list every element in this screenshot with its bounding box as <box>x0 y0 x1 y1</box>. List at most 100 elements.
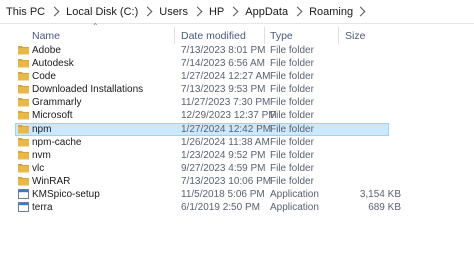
file-type: File folder <box>270 84 314 96</box>
chevron-right-icon <box>49 6 60 17</box>
file-type: File folder <box>270 45 314 56</box>
file-name: Code <box>32 71 56 83</box>
file-name: terra <box>32 202 53 214</box>
file-row[interactable]: vlc 9/27/2023 4:59 PM File folder <box>0 162 474 175</box>
file-type: File folder <box>270 175 314 187</box>
file-date-modified: 1/26/2024 11:38 AM <box>181 136 270 148</box>
column-divider[interactable] <box>338 27 339 44</box>
folder-icon <box>18 163 29 173</box>
file-date-modified: 7/13/2023 9:53 PM <box>181 84 266 96</box>
file-date-modified: 9/27/2023 4:59 PM <box>181 162 266 174</box>
file-row[interactable]: terra 6/1/2019 2:50 PM Application 689 KB <box>0 201 474 214</box>
file-size <box>330 57 401 70</box>
chevron-right-icon <box>192 6 203 17</box>
breadcrumb-item-this-pc[interactable]: This PC <box>6 6 45 18</box>
file-type: File folder <box>270 97 314 109</box>
file-date-modified: 7/13/2023 8:01 PM <box>181 45 266 56</box>
file-size <box>330 162 401 175</box>
column-header-type-label: Type <box>270 30 293 42</box>
file-name: vlc <box>32 162 45 174</box>
breadcrumb-item-roaming[interactable]: Roaming <box>309 6 353 18</box>
column-header-size[interactable]: Size <box>345 27 405 45</box>
file-size <box>330 83 401 96</box>
column-header-name-label: Name <box>32 30 61 42</box>
folder-icon <box>18 58 29 68</box>
file-type: File folder <box>270 123 314 135</box>
folder-icon <box>18 110 29 120</box>
file-explorer-window: This PC Local Disk (C:) Users HP AppData… <box>0 0 474 257</box>
file-size <box>330 109 401 122</box>
column-divider[interactable] <box>264 27 265 44</box>
file-date-modified: 12/29/2023 12:37 PM <box>181 110 277 122</box>
file-row[interactable]: KMSpico-setup 11/5/2018 5:06 PM Applicatio… <box>0 188 474 201</box>
file-name: Autodesk <box>32 58 74 70</box>
breadcrumb-item-hp[interactable]: HP <box>209 6 224 18</box>
file-size <box>330 123 401 136</box>
folder-icon <box>18 45 29 55</box>
breadcrumb[interactable]: This PC Local Disk (C:) Users HP AppData… <box>0 0 474 24</box>
file-type: File folder <box>270 110 314 122</box>
breadcrumb-item-users[interactable]: Users <box>159 6 188 18</box>
file-list: Adobe 7/13/2023 8:01 PM File folder Autodes… <box>0 44 474 214</box>
file-name: npm <box>32 123 52 135</box>
file-row[interactable]: Grammarly 11/27/2023 7:30 PM File folder <box>0 96 474 109</box>
folder-icon <box>18 84 29 94</box>
column-header-name[interactable]: Name <box>32 27 172 45</box>
file-date-modified: 6/1/2019 2:50 PM <box>181 202 260 214</box>
chevron-right-icon <box>228 6 239 17</box>
file-type: Application <box>270 189 319 201</box>
file-name: Grammarly <box>32 97 82 109</box>
chevron-right-icon[interactable] <box>355 6 366 17</box>
folder-icon <box>18 124 29 134</box>
file-size: 3,154 KB <box>359 189 401 201</box>
file-row[interactable]: Downloaded Installations 7/13/2023 9:53 P… <box>0 83 474 96</box>
column-header-type[interactable]: Type <box>270 27 336 45</box>
folder-icon <box>18 150 29 160</box>
folder-icon <box>18 97 29 107</box>
file-date-modified: 1/27/2024 12:27 AM <box>181 71 271 83</box>
folder-icon <box>18 137 29 147</box>
file-row[interactable]: nvm 1/23/2024 9:52 PM File folder <box>0 149 474 162</box>
breadcrumb-item-local-disk[interactable]: Local Disk (C:) <box>66 6 138 18</box>
file-date-modified: 1/27/2024 12:42 PM <box>181 123 272 135</box>
file-date-modified: 7/13/2023 10:06 PM <box>181 175 272 187</box>
file-size <box>330 175 401 188</box>
file-name: WinRAR <box>32 175 71 187</box>
column-divider[interactable] <box>174 27 175 44</box>
application-icon <box>18 202 29 213</box>
file-size <box>330 136 401 149</box>
file-row[interactable]: npm 1/27/2024 12:42 PM File folder <box>0 122 474 136</box>
file-date-modified: 11/5/2018 5:06 PM <box>181 189 265 201</box>
file-date-modified: 1/23/2024 9:52 PM <box>181 149 266 161</box>
folder-icon <box>18 176 29 186</box>
file-type: File folder <box>270 136 314 148</box>
file-date-modified: 11/27/2023 7:30 PM <box>181 97 271 109</box>
file-name: nvm <box>32 149 51 161</box>
file-row[interactable]: Adobe 7/13/2023 8:01 PM File folder <box>0 44 474 57</box>
file-row[interactable]: Microsoft 12/29/2023 12:37 PM File folder <box>0 109 474 122</box>
file-size: 689 KB <box>368 202 401 214</box>
file-size <box>330 70 401 83</box>
file-type: File folder <box>270 162 314 174</box>
file-name: Downloaded Installations <box>32 84 144 96</box>
file-row[interactable]: Code 1/27/2024 12:27 AM File folder <box>0 70 474 83</box>
file-type: File folder <box>270 149 314 161</box>
file-name: Adobe <box>32 45 61 56</box>
file-type: File folder <box>270 71 314 83</box>
file-name: Microsoft <box>32 110 73 122</box>
file-size <box>330 96 401 109</box>
file-name: KMSpico-setup <box>32 189 100 201</box>
application-icon <box>18 189 29 200</box>
column-header-date-modified[interactable]: Date modified <box>181 27 263 45</box>
column-header-date-modified-label: Date modified <box>181 30 246 42</box>
file-type: Application <box>270 202 319 214</box>
file-name: npm-cache <box>32 136 82 148</box>
file-size <box>330 44 401 57</box>
file-date-modified: 7/14/2023 6:56 AM <box>181 58 265 70</box>
chevron-right-icon <box>292 6 303 17</box>
file-row[interactable]: npm-cache 1/26/2024 11:38 AM File folder <box>0 136 474 149</box>
file-row[interactable]: WinRAR 7/13/2023 10:06 PM File folder <box>0 175 474 188</box>
breadcrumb-item-appdata[interactable]: AppData <box>245 6 288 18</box>
file-row[interactable]: Autodesk 7/14/2023 6:56 AM File folder <box>0 57 474 70</box>
folder-icon <box>18 71 29 81</box>
